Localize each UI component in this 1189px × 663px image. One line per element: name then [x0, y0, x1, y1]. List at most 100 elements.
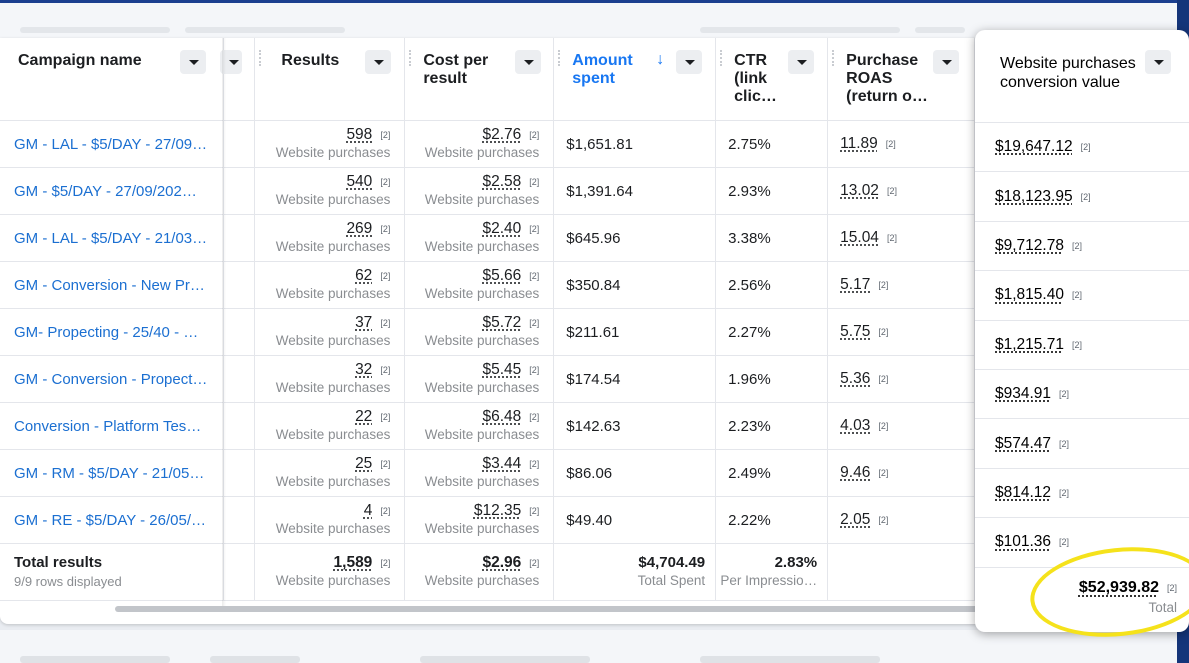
campaign-link[interactable]: GM - RE - $5/DAY - 26/05/…	[0, 512, 223, 529]
header-campaign-name[interactable]: Campaign name	[0, 38, 224, 121]
amount-spent-value: $174.54	[554, 371, 715, 388]
sort-descending-icon[interactable]: ↓	[656, 51, 664, 69]
cost-value[interactable]: $3.44	[482, 455, 521, 472]
cost-value[interactable]: $2.76	[482, 126, 521, 143]
resize-handle[interactable]	[259, 50, 263, 66]
table-row[interactable]: GM - Conversion - Propect… 32 [2] Website p…	[0, 356, 1070, 403]
conversion-value[interactable]: $19,647.12	[995, 138, 1073, 156]
column-menu-icon[interactable]	[1145, 50, 1171, 74]
results-value[interactable]: 4	[364, 502, 373, 519]
header-hidden-column[interactable]	[224, 38, 255, 121]
conversion-value[interactable]: $1,815.40	[995, 286, 1064, 304]
conversion-value[interactable]: $574.47	[995, 435, 1051, 453]
frozen-column-shadow	[222, 38, 226, 606]
conversion-value-row[interactable]: $574.47 [2]	[975, 419, 1189, 468]
ctr-value: 2.22%	[716, 512, 827, 529]
table-row[interactable]: GM - RM - $5/DAY - 21/05… 25 [2] Website pu…	[0, 450, 1070, 497]
campaign-link[interactable]: Conversion - Platform Tes…	[0, 418, 223, 435]
header-purchase-roas[interactable]: Purchase ROAS (return o…	[828, 38, 975, 121]
campaign-link[interactable]: GM - Conversion - Propect…	[0, 371, 223, 388]
results-value[interactable]: 598	[346, 126, 372, 143]
amount-spent-value: $49.40	[554, 512, 715, 529]
column-menu-icon[interactable]	[365, 50, 391, 74]
table-row[interactable]: GM - $5/DAY - 27/09/202… 540 [2] Website pu…	[0, 168, 1070, 215]
results-value[interactable]: 62	[355, 267, 372, 284]
conversion-value[interactable]: $18,123.95	[995, 188, 1073, 206]
conversion-value-row[interactable]: $814.12 [2]	[975, 469, 1189, 518]
table-row[interactable]: GM - LAL - $5/DAY - 21/03… 269 [2] Website …	[0, 215, 1070, 262]
roas-value[interactable]: 2.05	[840, 511, 870, 528]
results-value[interactable]: 25	[355, 455, 372, 472]
column-menu-icon[interactable]	[515, 50, 541, 74]
table-row[interactable]: Conversion - Platform Tes… 22 [2] Website p…	[0, 403, 1070, 450]
table-row[interactable]: GM- Propecting - 25/40 - … 37 [2] Website p…	[0, 309, 1070, 356]
table-row[interactable]: GM - RE - $5/DAY - 26/05/… 4 [2] Website pu…	[0, 497, 1070, 544]
conversion-value[interactable]: $814.12	[995, 484, 1051, 502]
amount-spent-label: Amount spent	[554, 38, 654, 88]
cost-value[interactable]: $6.48	[482, 408, 521, 425]
conversion-value-row[interactable]: $1,215.71 [2]	[975, 321, 1189, 370]
ctr-value: 2.93%	[716, 183, 827, 200]
campaign-link[interactable]: GM - LAL - $5/DAY - 21/03…	[0, 230, 223, 247]
amount-spent-value: $1,651.81	[554, 136, 715, 153]
conversion-value[interactable]: $934.91	[995, 385, 1051, 403]
results-value[interactable]: 540	[346, 173, 372, 190]
roas-value[interactable]: 5.36	[840, 370, 870, 387]
results-value[interactable]: 32	[355, 361, 372, 378]
column-menu-icon[interactable]	[933, 50, 959, 74]
roas-value[interactable]: 15.04	[840, 229, 879, 246]
campaign-link[interactable]: GM - RM - $5/DAY - 21/05…	[0, 465, 223, 482]
amount-spent-value: $86.06	[554, 465, 715, 482]
cost-value[interactable]: $5.66	[482, 267, 521, 284]
conversion-value-row[interactable]: $9,712.78 [2]	[975, 222, 1189, 271]
cost-value[interactable]: $5.45	[482, 361, 521, 378]
conversion-value-row[interactable]: $934.91 [2]	[975, 370, 1189, 419]
horizontal-scrollbar[interactable]	[115, 606, 990, 612]
conversion-value-row[interactable]: $18,123.95 [2]	[975, 172, 1189, 221]
results-value[interactable]: 269	[346, 220, 372, 237]
column-menu-icon[interactable]	[788, 50, 814, 74]
header-results[interactable]: Results	[255, 38, 405, 121]
amount-spent-value: $211.61	[554, 324, 715, 341]
amount-spent-value: $1,391.64	[554, 183, 715, 200]
resize-handle[interactable]	[832, 50, 836, 66]
resize-handle[interactable]	[720, 50, 724, 66]
column-menu-icon[interactable]	[676, 50, 702, 74]
conversion-value-list: $19,647.12 [2] $18,123.95 [2] $9,712.78 [2] $1…	[975, 123, 1189, 568]
results-value[interactable]: 22	[355, 408, 372, 425]
roas-value[interactable]: 5.75	[840, 323, 870, 340]
roas-value[interactable]: 13.02	[840, 182, 879, 199]
cost-value[interactable]: $2.58	[482, 173, 521, 190]
conversion-value[interactable]: $1,215.71	[995, 336, 1064, 354]
campaign-link[interactable]: GM - $5/DAY - 27/09/202…	[0, 183, 223, 200]
table-row[interactable]: GM - LAL - $5/DAY - 27/09… 598 [2] Website …	[0, 121, 1070, 168]
column-menu-icon[interactable]	[180, 50, 206, 74]
resize-handle[interactable]	[409, 50, 413, 66]
table-row[interactable]: GM - Conversion - New Pr… 62 [2] Website pu…	[0, 262, 1070, 309]
results-value[interactable]: 37	[355, 314, 372, 331]
conversion-value-row[interactable]: $19,647.12 [2]	[975, 123, 1189, 172]
conversion-value[interactable]: $101.36	[995, 533, 1051, 551]
conversion-value[interactable]: $9,712.78	[995, 237, 1064, 255]
conversion-value-column-popout: Website purchases conversion value $19,6…	[975, 30, 1189, 632]
cost-value[interactable]: $5.72	[482, 314, 521, 331]
campaign-link[interactable]: GM - LAL - $5/DAY - 27/09…	[0, 136, 223, 153]
header-amount-spent[interactable]: Amount spent ↓	[554, 38, 716, 121]
campaign-link[interactable]: GM- Propecting - 25/40 - …	[0, 324, 223, 341]
ctr-value: 1.96%	[716, 371, 827, 388]
campaign-link[interactable]: GM - Conversion - New Pr…	[0, 277, 223, 294]
cost-value[interactable]: $12.35	[474, 502, 521, 519]
header-conversion-value[interactable]: Website purchases conversion value	[975, 30, 1189, 123]
ctr-value: 3.38%	[716, 230, 827, 247]
ctr-value: 2.56%	[716, 277, 827, 294]
roas-value[interactable]: 11.89	[840, 135, 878, 152]
conversion-value-row[interactable]: $1,815.40 [2]	[975, 271, 1189, 320]
resize-handle[interactable]	[558, 50, 562, 66]
header-ctr[interactable]: CTR (link clic…	[716, 38, 828, 121]
roas-value[interactable]: 5.17	[840, 276, 870, 293]
roas-value[interactable]: 4.03	[840, 417, 870, 434]
header-cost-per-result[interactable]: Cost per result	[405, 38, 554, 121]
cost-value[interactable]: $2.40	[482, 220, 521, 237]
footer-strip	[0, 630, 1177, 663]
roas-value[interactable]: 9.46	[840, 464, 870, 481]
